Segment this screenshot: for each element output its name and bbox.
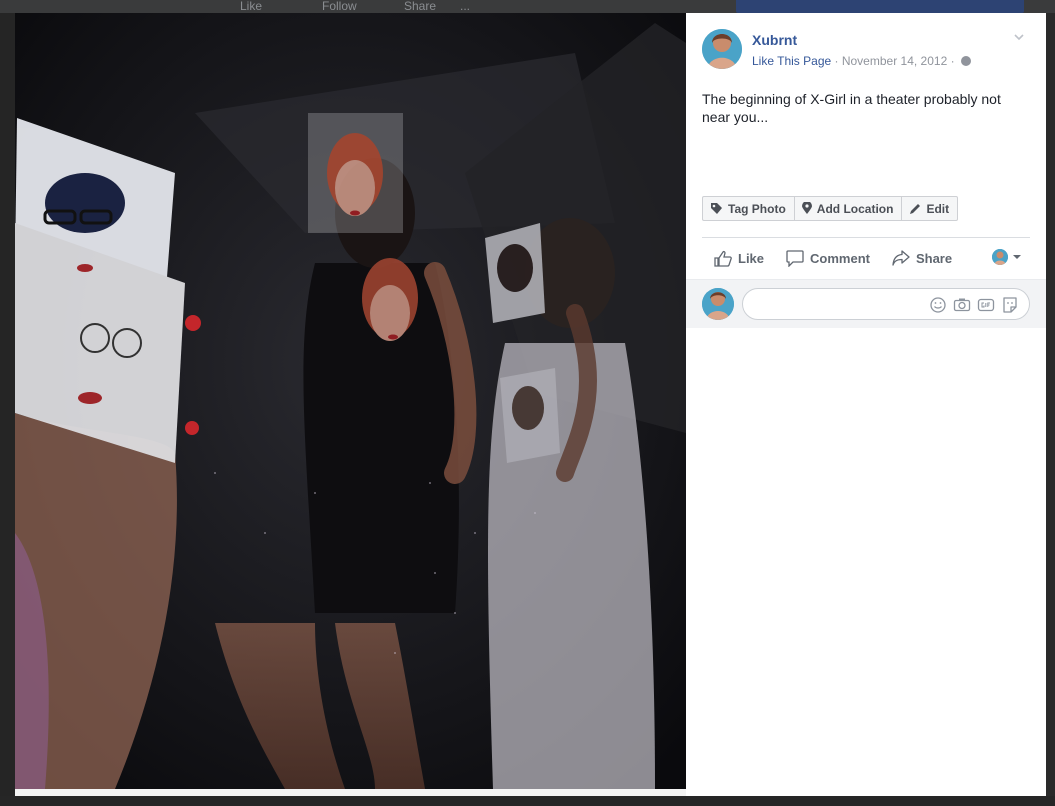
background-like-button: Like <box>240 0 263 13</box>
post-as-selector[interactable] <box>992 249 1022 265</box>
section-divider <box>702 237 1030 238</box>
photo-bottom-border <box>15 789 686 796</box>
like-this-page-link[interactable]: Like This Page <box>752 54 831 68</box>
location-pin-icon <box>801 202 812 214</box>
photo-info-panel: Xubrnt Like This Page · November 14, 201… <box>686 13 1046 796</box>
smiley-icon[interactable] <box>929 296 947 314</box>
comment-composer <box>686 280 1046 328</box>
post-caption: The beginning of X-Girl in a theater pro… <box>702 91 1001 125</box>
background-right-edge <box>1046 13 1055 796</box>
theater-photo <box>15 13 686 789</box>
commenter-avatar <box>702 288 734 320</box>
background-add-button <box>736 0 1024 13</box>
camera-icon[interactable] <box>953 296 971 314</box>
photo-stage[interactable] <box>15 13 686 789</box>
share-arrow-icon <box>892 250 910 266</box>
speech-bubble-icon <box>786 249 804 267</box>
chevron-down-icon[interactable] <box>1013 31 1025 43</box>
edit-button[interactable]: Edit <box>901 196 959 221</box>
pencil-icon <box>910 203 921 214</box>
edit-label: Edit <box>926 201 950 216</box>
add-location-button[interactable]: Add Location <box>793 196 903 221</box>
meta-separator: · <box>831 54 842 68</box>
ufi-actions: Like Comment Share <box>702 246 1030 270</box>
post-meta: Like This Page · November 14, 2012 · <box>752 54 971 68</box>
background-follow-button: Follow <box>322 0 357 13</box>
tag-icon <box>711 203 722 214</box>
globe-icon[interactable] <box>960 56 971 66</box>
photo-actions-bar: Tag Photo Add Location Edit <box>702 196 959 221</box>
comment-attachment-icons <box>929 296 1019 314</box>
caret-down-icon <box>1013 255 1021 259</box>
background-left-edge <box>0 13 15 796</box>
sticker-icon[interactable] <box>1001 296 1019 314</box>
gif-icon[interactable] <box>977 296 995 314</box>
tag-photo-label: Tag Photo <box>728 201 786 216</box>
thumbs-up-icon <box>714 250 732 267</box>
author-avatar[interactable] <box>702 29 742 69</box>
share-button[interactable]: Share <box>892 250 952 266</box>
like-label: Like <box>738 250 765 266</box>
post-date-link[interactable]: November 14, 2012 <box>842 54 947 68</box>
meta-separator-2: · <box>947 54 958 68</box>
background-more-button: ... <box>460 0 471 13</box>
add-location-label: Add Location <box>816 201 894 216</box>
background-page-footer <box>0 796 1055 806</box>
background-share-button: Share <box>404 0 437 13</box>
comment-button[interactable]: Comment <box>786 249 870 267</box>
tag-photo-button[interactable]: Tag Photo <box>702 196 795 221</box>
background-page-header: Like Follow Share ... <box>0 0 1055 13</box>
post-as-avatar <box>992 249 1008 265</box>
like-button[interactable]: Like <box>714 250 764 267</box>
author-name-link[interactable]: Xubrnt <box>752 32 797 48</box>
comment-label: Comment <box>810 250 870 266</box>
share-label: Share <box>915 250 953 266</box>
